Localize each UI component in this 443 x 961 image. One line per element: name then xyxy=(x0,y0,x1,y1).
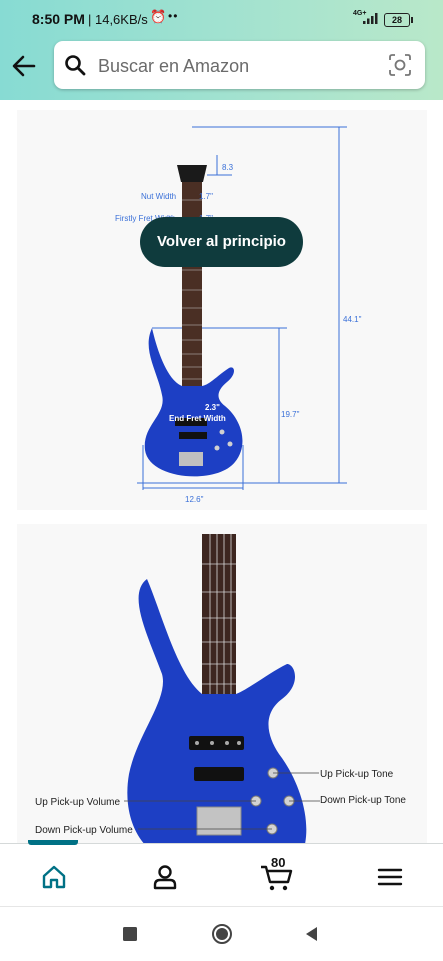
back-triangle-icon[interactable] xyxy=(302,924,322,944)
total-length-label: 44.1" xyxy=(343,315,362,324)
menu-icon[interactable] xyxy=(375,862,405,892)
up-pickup-volume-label: Up Pick-up Volume xyxy=(35,797,120,808)
body-length-label: 19.7" xyxy=(281,410,300,419)
account-icon[interactable] xyxy=(150,862,180,892)
status-time: 8:50 PM xyxy=(32,11,85,27)
up-pickup-tone-label: Up Pick-up Tone xyxy=(320,769,394,780)
controls-diagram: Up Pick-up Tone Up Pick-up Volume Down P… xyxy=(35,534,406,843)
dimension-diagram: 8.3 Nut Width 1.7" Firstly Fret Width 1.… xyxy=(115,126,362,504)
status-bar: 8:50 PM | 14,6KB/s ⏰ •• 4G+ 28 xyxy=(0,0,443,38)
down-pickup-tone-label: Down Pick-up Tone xyxy=(320,795,406,806)
nut-width-label: Nut Width xyxy=(141,192,176,201)
search-icon xyxy=(65,55,86,76)
active-tab-indicator xyxy=(28,840,78,845)
down-pickup-volume-label: Down Pick-up Volume xyxy=(35,825,133,836)
recent-apps-icon[interactable] xyxy=(120,924,140,944)
end-fret-label: End Fret Width xyxy=(169,414,226,423)
home-circle-icon[interactable] xyxy=(211,923,233,945)
body-width-label: 12.6" xyxy=(185,495,204,504)
cart-count: 80 xyxy=(271,855,286,870)
top-small-label: 8.3 xyxy=(222,163,234,172)
status-dots: •• xyxy=(168,9,179,23)
back-arrow-icon[interactable] xyxy=(10,52,38,80)
nut-width-value: 1.7" xyxy=(199,192,213,201)
camera-scan-icon[interactable] xyxy=(388,53,412,77)
back-to-top-button[interactable]: Volver al principio xyxy=(140,217,303,267)
end-fret-value: 2.3" xyxy=(205,403,220,412)
home-icon[interactable] xyxy=(39,862,69,892)
search-input[interactable] xyxy=(96,49,380,83)
search-bar[interactable] xyxy=(54,41,425,89)
product-image-controls[interactable]: Up Pick-up Tone Up Pick-up Volume Down P… xyxy=(17,524,427,843)
status-net-speed: | 14,6KB/s xyxy=(88,12,148,27)
system-navigation-bar xyxy=(0,906,443,961)
product-image-dimensions[interactable]: 8.3 Nut Width 1.7" Firstly Fret Width 1.… xyxy=(17,110,427,510)
signal-icon xyxy=(363,13,378,24)
product-images: 8.3 Nut Width 1.7" Firstly Fret Width 1.… xyxy=(0,100,443,843)
header: 8:50 PM | 14,6KB/s ⏰ •• 4G+ 28 xyxy=(0,0,443,100)
alarm-icon: ⏰ xyxy=(150,9,167,24)
bottom-navigation: 80 xyxy=(0,840,443,907)
battery-icon: 28 xyxy=(384,13,413,27)
